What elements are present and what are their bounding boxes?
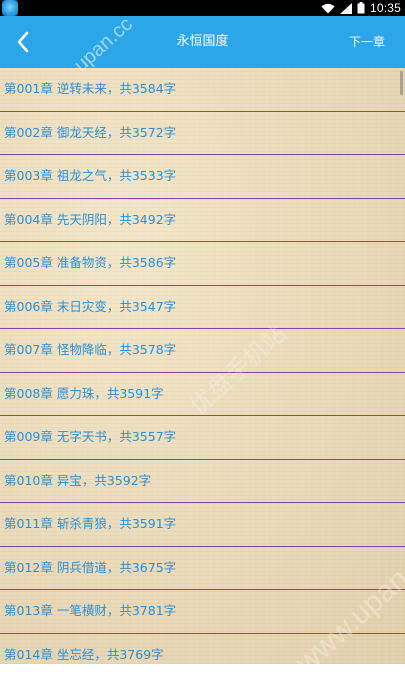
chapter-item[interactable]: 第008章 愿力珠，共3591字	[0, 373, 405, 416]
chapter-item[interactable]: 第003章 祖龙之气，共3533字	[0, 155, 405, 199]
chapter-item[interactable]: 第013章 一笔横财，共3781字	[0, 590, 405, 634]
chapter-item[interactable]: 第009章 无字天书，共3557字	[0, 416, 405, 460]
chapter-item[interactable]: 第012章 阴兵借道，共3675字	[0, 547, 405, 590]
chevron-left-icon	[17, 31, 29, 53]
chapter-item[interactable]: 第004章 先天阴阳，共3492字	[0, 199, 405, 242]
status-time: 10:35	[369, 1, 401, 15]
chapter-list-panel: 第001章 逆转未来，共3584字 第002章 御龙天经，共3572字 第003…	[0, 68, 405, 664]
chapter-item[interactable]: 第010章 异宝，共3592字	[0, 460, 405, 503]
chapter-list: 第001章 逆转未来，共3584字 第002章 御龙天经，共3572字 第003…	[0, 68, 405, 664]
status-icons: 10:35	[321, 0, 401, 16]
signal-icon	[339, 2, 352, 14]
chapter-item[interactable]: 第007章 怪物降临，共3578字	[0, 329, 405, 373]
chapter-item[interactable]: 第014章 坐忘经，共3769字	[0, 634, 405, 665]
back-button[interactable]	[4, 22, 42, 62]
next-chapter-button[interactable]: 下一章	[349, 16, 385, 68]
chapter-item[interactable]: 第002章 御龙天经，共3572字	[0, 112, 405, 155]
page-title: 永恒国度	[176, 34, 229, 49]
chapter-item[interactable]: 第001章 逆转未来，共3584字	[0, 68, 405, 112]
chapter-item[interactable]: 第005章 准备物资，共3586字	[0, 242, 405, 286]
chapter-item[interactable]: 第006章 末日灾变，共3547字	[0, 286, 405, 329]
scrollbar[interactable]	[400, 71, 403, 95]
app-bar: 永恒国度 下一章	[0, 16, 405, 68]
chapter-item[interactable]: 第011章 斩杀青狼，共3591字	[0, 503, 405, 547]
wifi-icon	[321, 3, 335, 14]
battery-icon	[357, 2, 365, 14]
status-bar: 10:35	[0, 0, 405, 16]
app-notification-icon	[2, 0, 18, 16]
